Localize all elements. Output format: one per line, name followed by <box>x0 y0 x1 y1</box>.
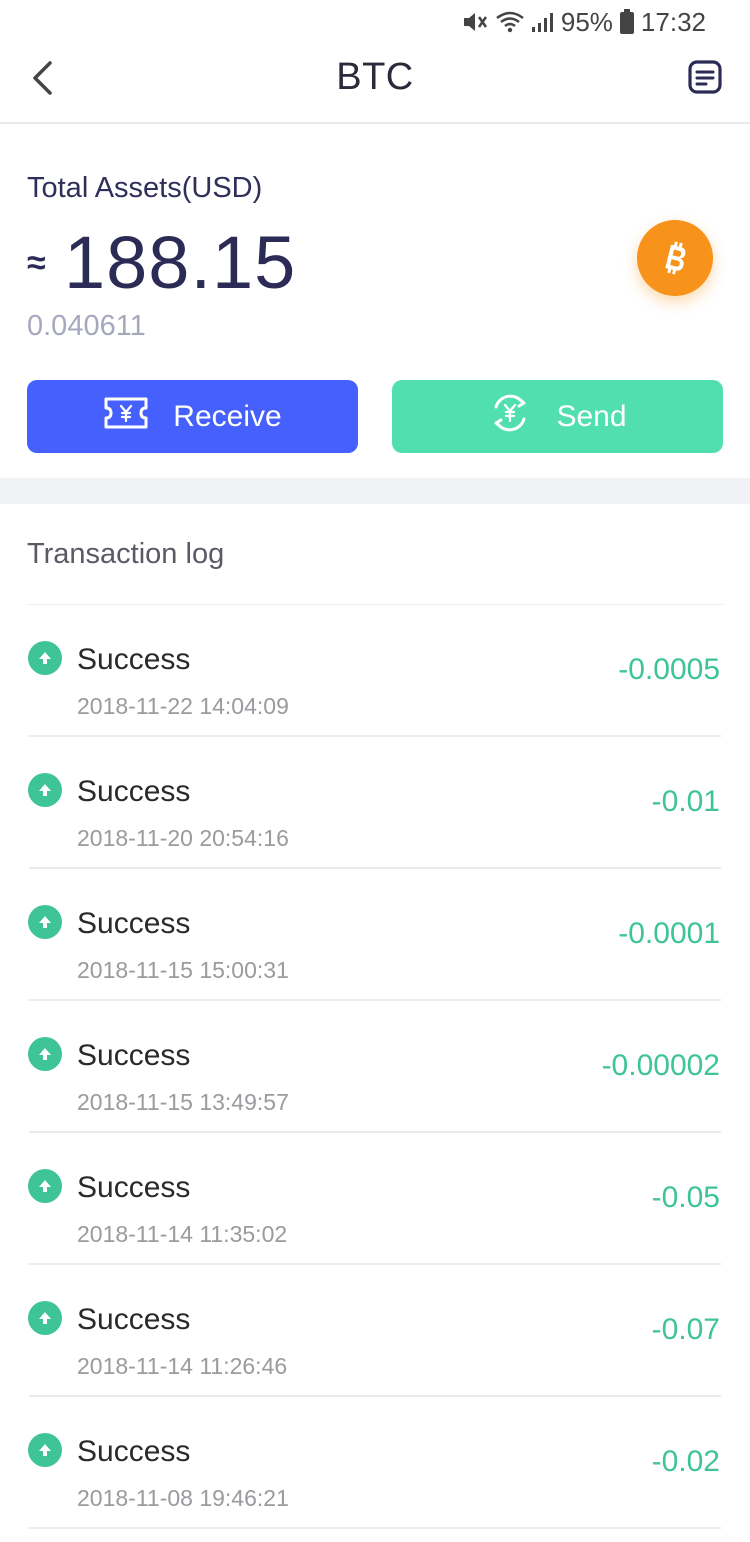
transaction-amount: -0.05 <box>651 1181 720 1214</box>
signal-icon <box>531 11 555 33</box>
coin-amount: 0.040611 <box>27 310 146 342</box>
wifi-icon <box>495 10 525 34</box>
upload-arrow-icon <box>28 1037 62 1071</box>
upload-arrow-icon <box>28 1169 62 1203</box>
transaction-time: 2018-11-14 11:26:46 <box>77 1353 288 1379</box>
transaction-list: Success 2018-11-22 14:04:09 -0.0005 Succ… <box>0 605 750 1529</box>
transaction-time: 2018-11-08 19:46:21 <box>77 1485 289 1511</box>
assets-panel: Total Assets(USD) ≈ 188.15 0.040611 Rece… <box>0 124 750 478</box>
transaction-log-title: Transaction log <box>27 538 225 570</box>
transaction-log-header: Transaction log <box>0 504 750 605</box>
transaction-amount: -0.07 <box>651 1313 720 1346</box>
transaction-item[interactable]: Success 2018-11-15 15:00:31 -0.0001 <box>0 869 750 1001</box>
transaction-item[interactable]: Success 2018-11-14 11:35:02 -0.05 <box>0 1133 750 1265</box>
receive-icon <box>103 396 149 438</box>
transaction-time: 2018-11-15 13:49:57 <box>77 1089 289 1115</box>
transaction-status: Success <box>77 1171 191 1204</box>
send-icon <box>488 391 532 443</box>
battery-icon <box>619 9 635 35</box>
mute-icon <box>461 9 489 35</box>
total-assets-value: 188.15 <box>64 221 297 304</box>
transaction-status: Success <box>77 775 191 808</box>
transaction-item[interactable]: Success 2018-11-08 19:46:21 -0.02 <box>0 1397 750 1529</box>
upload-arrow-icon <box>28 773 62 807</box>
send-label: Send <box>556 399 627 433</box>
bitcoin-icon <box>637 220 713 296</box>
transaction-time: 2018-11-15 15:00:31 <box>77 957 289 983</box>
transaction-amount: -0.0001 <box>618 917 720 950</box>
page-title: BTC <box>336 56 414 98</box>
transaction-item[interactable]: Success 2018-11-14 11:26:46 -0.07 <box>0 1265 750 1397</box>
nav-bar: BTC <box>0 44 750 124</box>
approx-symbol: ≈ <box>27 244 46 282</box>
upload-arrow-icon <box>28 1433 62 1467</box>
transaction-status: Success <box>77 1039 191 1072</box>
total-assets-label: Total Assets(USD) <box>27 172 263 204</box>
transaction-time: 2018-11-14 11:35:02 <box>77 1221 288 1247</box>
transaction-status: Success <box>77 643 191 676</box>
transaction-amount: -0.02 <box>651 1445 720 1478</box>
transaction-status: Success <box>77 1303 191 1336</box>
transaction-status: Success <box>77 907 191 940</box>
section-divider <box>0 478 750 504</box>
status-bar: 95% 17:32 <box>0 0 750 44</box>
clock: 17:32 <box>640 6 706 37</box>
transaction-item[interactable]: Success 2018-11-20 20:54:16 -0.01 <box>0 737 750 869</box>
transaction-time: 2018-11-20 20:54:16 <box>77 825 289 851</box>
upload-arrow-icon <box>28 641 62 675</box>
receive-label: Receive <box>173 399 282 433</box>
transaction-item[interactable]: Success 2018-11-22 14:04:09 -0.0005 <box>0 605 750 737</box>
record-button[interactable] <box>684 58 726 100</box>
transaction-amount: -0.00002 <box>601 1049 720 1082</box>
send-button[interactable]: Send <box>392 380 723 453</box>
transaction-amount: -0.01 <box>651 785 720 818</box>
status-icons: 95% 17:32 <box>461 6 706 38</box>
battery-percent: 95% <box>560 6 613 37</box>
record-icon <box>688 59 722 99</box>
transaction-status: Success <box>77 1435 191 1468</box>
upload-arrow-icon <box>28 905 62 939</box>
upload-arrow-icon <box>28 1301 62 1335</box>
transaction-amount: -0.0005 <box>618 653 720 686</box>
receive-button[interactable]: Receive <box>27 380 358 453</box>
transaction-item[interactable]: Success 2018-11-15 13:49:57 -0.00002 <box>0 1001 750 1133</box>
transaction-time: 2018-11-22 14:04:09 <box>77 693 289 719</box>
